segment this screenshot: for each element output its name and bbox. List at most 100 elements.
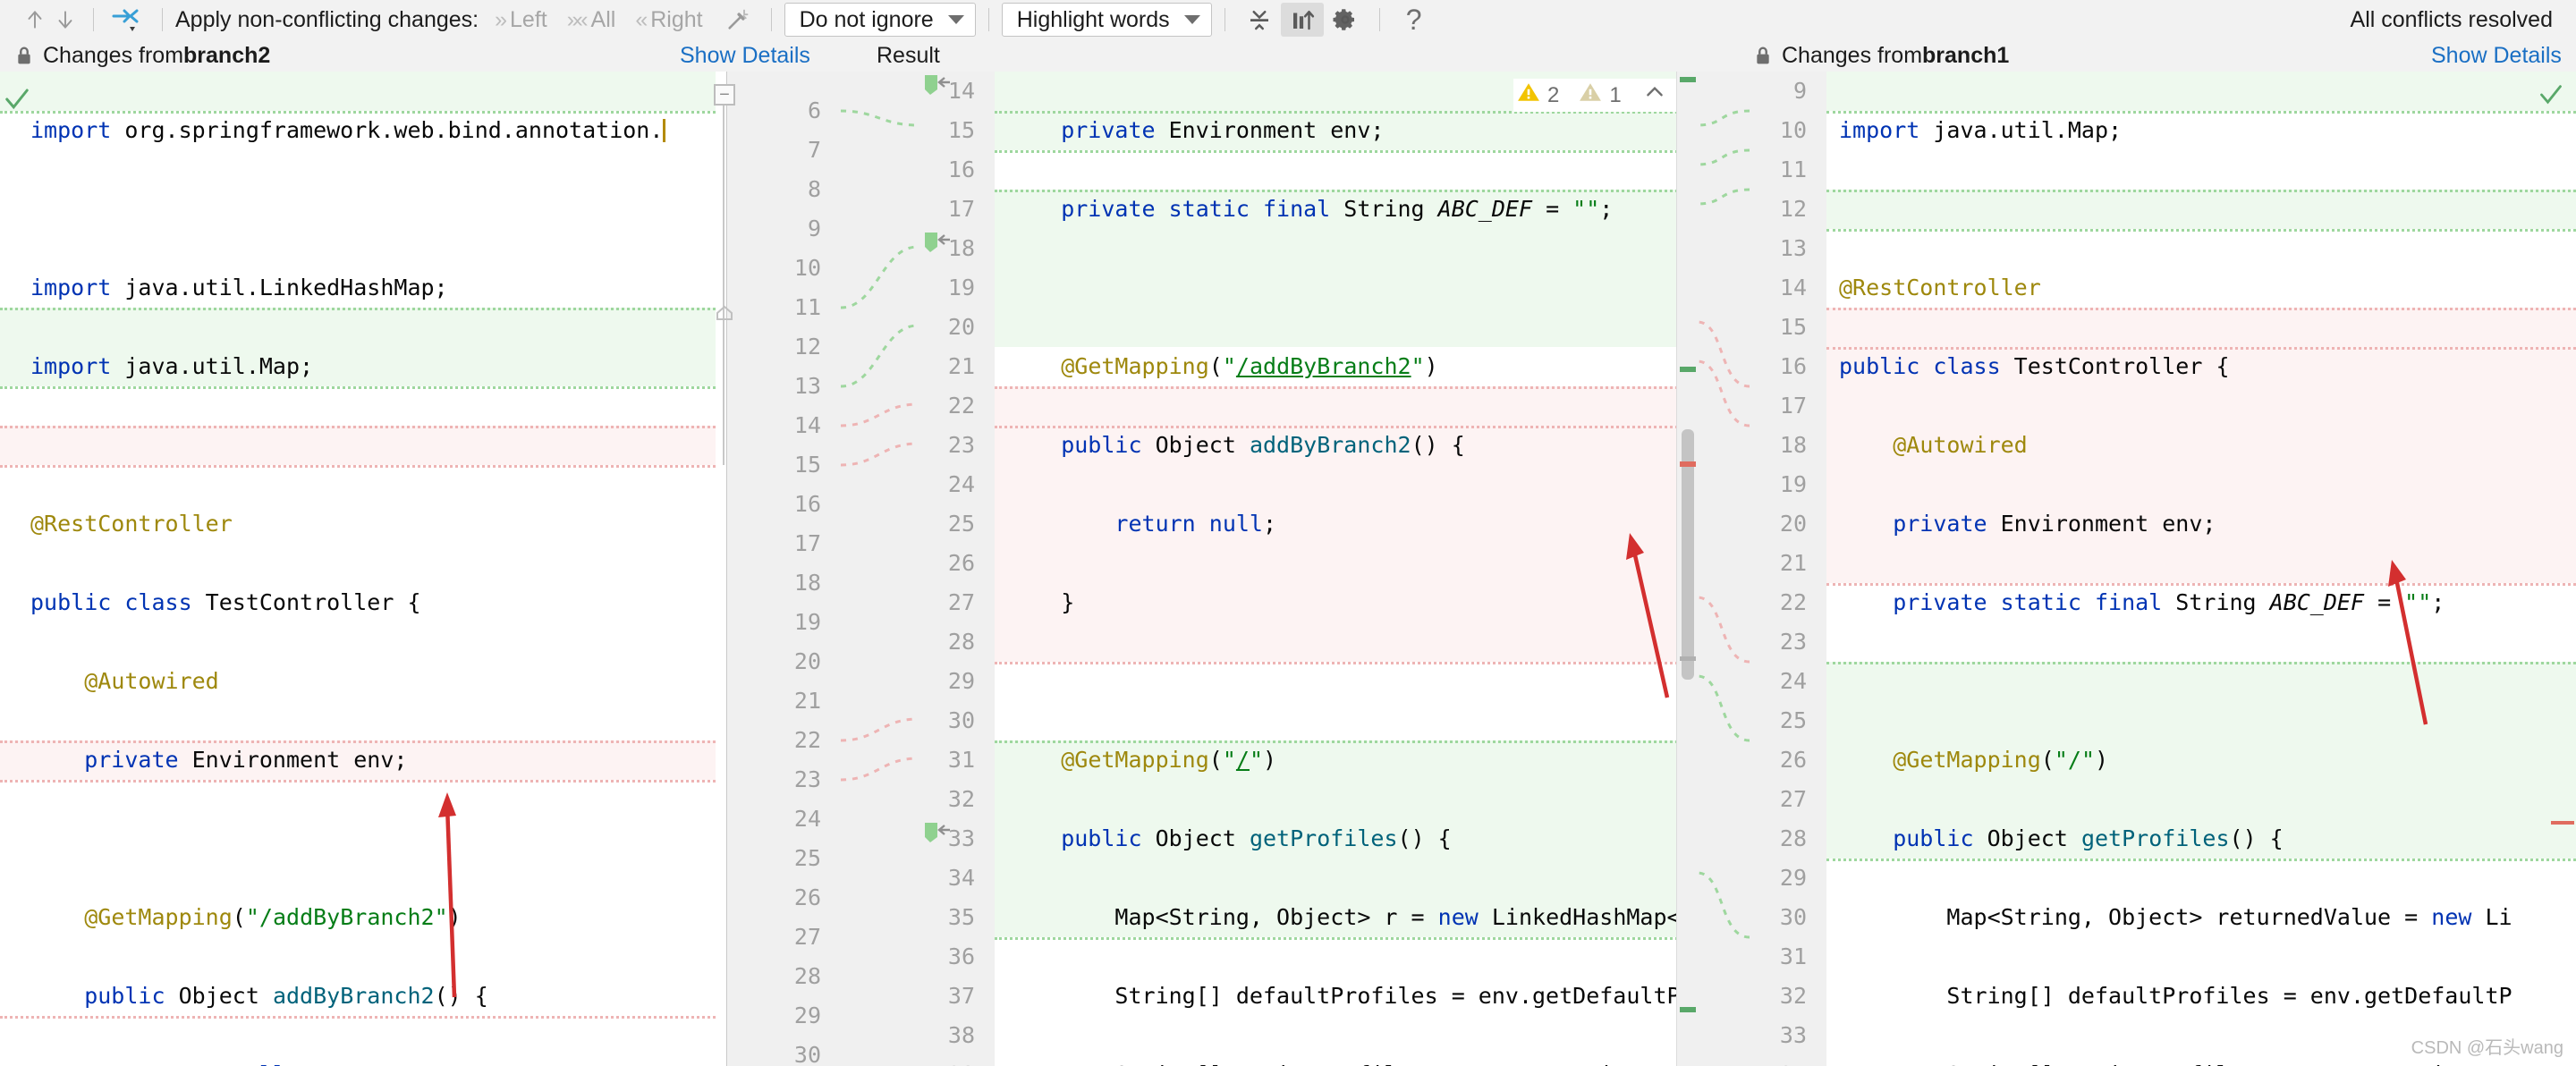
collapse-unchanged-icon[interactable]	[1238, 3, 1281, 37]
toolbar-divider-4	[987, 8, 989, 31]
help-icon[interactable]: ?	[1393, 3, 1436, 37]
scroll-marker-gray[interactable]	[1680, 656, 1696, 661]
line-number: 19	[1779, 471, 1807, 497]
scroll-marker-red[interactable]	[1680, 461, 1696, 467]
left-middle-separator	[840, 72, 919, 1066]
line-number: 30	[947, 707, 975, 733]
line-number: 28	[947, 629, 975, 655]
highlight-policy-value: Highlight words	[1016, 6, 1170, 32]
change-connector-lines	[1697, 109, 1750, 939]
toolbar-divider-5	[1224, 8, 1225, 31]
ignore-policy-select[interactable]: Do not ignore	[784, 3, 976, 37]
result-scrollbar[interactable]	[1676, 72, 1698, 1066]
line-number: 24	[947, 471, 975, 497]
line-number: 21	[793, 688, 821, 714]
magic-wand-icon[interactable]	[723, 4, 753, 35]
line-number: 33	[1779, 1022, 1807, 1048]
left-branch-name: branch2	[183, 42, 271, 68]
apply-changes-label: Apply non-conflicting changes:	[175, 6, 479, 32]
right-code-pane[interactable]: import java.util.Map; @RestController pu…	[1826, 72, 2576, 1066]
scroll-marker-green[interactable]	[1680, 1007, 1696, 1012]
apply-change-icon[interactable]	[923, 229, 950, 256]
line-number: 34	[947, 865, 975, 891]
left-show-details-link[interactable]: Show Details	[680, 39, 810, 72]
chevron-down-icon	[947, 15, 964, 24]
line-number: 6	[807, 97, 821, 123]
line-number: 34	[1780, 1055, 1807, 1066]
chevron-up-icon[interactable]	[1643, 80, 1666, 110]
fold-collapse-icon[interactable]: −	[714, 84, 735, 106]
merge-conflict-window: Apply non-conflicting changes: » Left »«…	[0, 0, 2576, 1066]
chevron-down-icon	[1183, 15, 1200, 24]
line-number: 13	[1779, 235, 1807, 261]
line-number: 13	[793, 373, 821, 399]
left-accept-check-icon[interactable]	[4, 86, 30, 120]
line-number: 11	[1779, 157, 1807, 182]
apply-left-label: Left	[510, 6, 547, 32]
left-panel-title: Changes from branch2	[14, 39, 270, 72]
line-number: 17	[793, 530, 821, 556]
scrollbar-thumb[interactable]	[1682, 429, 1694, 680]
line-number: 7	[807, 137, 821, 163]
left-gutter[interactable]	[716, 72, 727, 1066]
lock-icon	[1753, 45, 1773, 66]
line-number: 30	[793, 1042, 821, 1066]
line-number: 24	[1779, 668, 1807, 694]
fold-marker-icon[interactable]	[714, 302, 735, 324]
apply-right-label: Right	[650, 6, 703, 32]
right-panel-title: Changes from branch1	[1753, 39, 2009, 72]
line-number: 16	[793, 491, 821, 517]
apply-change-icon[interactable]	[923, 819, 950, 846]
line-number: 32	[947, 786, 975, 812]
line-number: 22	[1779, 589, 1807, 615]
line-number: 28	[1779, 825, 1807, 851]
line-number: 17	[1779, 393, 1807, 419]
line-number: 26	[1779, 747, 1807, 773]
arrow-up-icon[interactable]	[20, 4, 50, 35]
line-number: 20	[947, 314, 975, 340]
arrow-down-icon[interactable]	[50, 4, 80, 35]
left-code-text: import org.springframework.web.bind.anno…	[30, 72, 691, 1066]
line-number: 15	[793, 452, 821, 478]
line-number: 12	[793, 334, 821, 360]
change-connector-lines	[840, 109, 919, 782]
result-code-pane[interactable]: private Environment env; private static …	[995, 72, 1683, 1066]
left-code-pane[interactable]: import org.springframework.web.bind.anno…	[0, 72, 716, 1066]
line-number: 31	[947, 747, 975, 773]
gear-icon[interactable]	[1324, 3, 1367, 37]
line-number: 12	[1779, 196, 1807, 222]
apply-right-button[interactable]: « Right	[635, 7, 702, 33]
line-number: 24	[793, 806, 821, 832]
show-whitespace-icon[interactable]	[1280, 3, 1324, 37]
left-line-numbers: 6 7 8 9 10 11 12 13 14 15 16 17 18 19 20 21 22 23 24 25 26 27…	[728, 72, 841, 1066]
apply-change-icon[interactable]	[923, 72, 950, 98]
toolbar-divider-2	[162, 8, 163, 31]
highlight-policy-select[interactable]: Highlight words	[1001, 3, 1212, 37]
line-number: 30	[1779, 904, 1807, 930]
line-number: 29	[1779, 865, 1807, 891]
line-number: 21	[1779, 550, 1807, 576]
line-number: 21	[947, 353, 975, 379]
middle-right-separator	[1697, 72, 1750, 1066]
ignore-policy-value: Do not ignore	[799, 6, 934, 32]
line-number: 10	[793, 255, 821, 281]
right-change-marker	[2551, 821, 2574, 825]
line-number: 29	[947, 668, 975, 694]
chevron-both-icon: »«	[566, 6, 589, 32]
line-number: 25	[947, 511, 975, 537]
chevron-right-double-icon: »	[495, 6, 507, 32]
apply-left-button[interactable]: » Left	[495, 7, 547, 33]
right-title-prefix: Changes from	[1782, 42, 1923, 68]
scroll-marker-green[interactable]	[1680, 77, 1696, 82]
apply-changes-icon[interactable]	[106, 4, 149, 35]
right-accept-check-icon[interactable]	[2538, 82, 2563, 112]
scroll-marker-green[interactable]	[1680, 367, 1696, 372]
line-number: 23	[947, 432, 975, 458]
line-number: 31	[1779, 943, 1807, 969]
apply-all-label: All	[590, 6, 616, 32]
line-number: 20	[1779, 511, 1807, 537]
result-code-text: private Environment env; private static …	[1007, 117, 1683, 1066]
apply-all-button[interactable]: »« All	[567, 7, 616, 33]
right-show-details-link[interactable]: Show Details	[2431, 39, 2562, 72]
line-number: 39	[948, 1055, 975, 1066]
